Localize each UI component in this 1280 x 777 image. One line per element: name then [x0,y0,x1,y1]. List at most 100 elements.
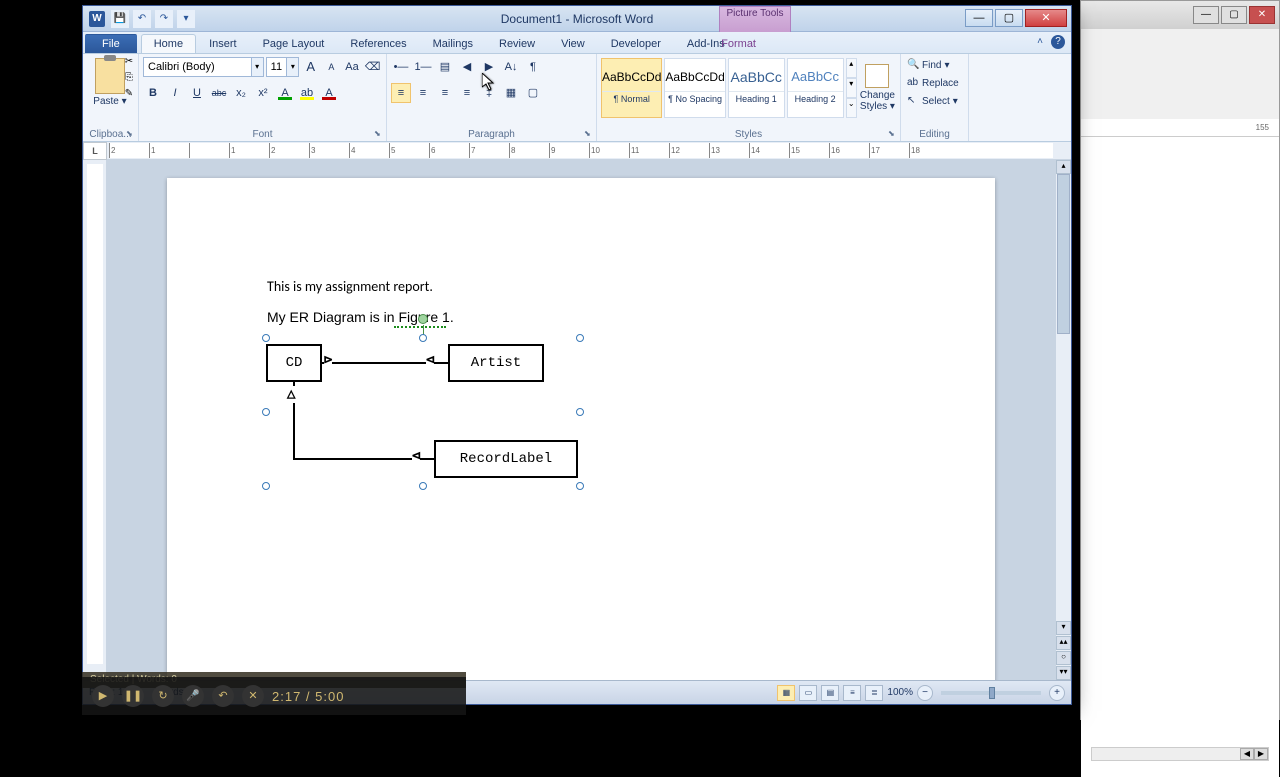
video-refresh-button[interactable]: ↻ [152,685,174,707]
align-center-button[interactable]: ≡ [413,83,433,103]
redo-button[interactable]: ↷ [155,10,173,28]
zoom-level-label[interactable]: 100% [887,687,913,698]
styles-launcher[interactable]: ⬊ [888,129,898,139]
style-heading2[interactable]: AaBbCc Heading 2 [787,58,844,118]
style-heading1[interactable]: AaBbCc Heading 1 [728,58,785,118]
resize-handle-se[interactable] [576,482,584,490]
bg-minimize-button[interactable]: — [1193,6,1219,24]
paragraph-launcher[interactable]: ⬊ [584,129,594,139]
grow-font-button[interactable]: A [301,57,320,77]
scroll-thumb[interactable] [1057,174,1070,334]
document-page[interactable]: This is my assignment report. My ER Diag… [167,178,995,680]
font-launcher[interactable]: ⬊ [374,129,384,139]
numbering-button[interactable]: 1— [413,57,433,77]
resize-handle-n[interactable] [419,334,427,342]
increase-indent-button[interactable]: ▶ [479,57,499,77]
tab-mailings[interactable]: Mailings [420,34,486,53]
style-no-spacing[interactable]: AaBbCcDd ¶ No Spacing [664,58,725,118]
vertical-ruler[interactable] [83,160,107,680]
qat-customize-button[interactable]: ▾ [177,10,195,28]
strikethrough-button[interactable]: abc [209,83,229,103]
tab-developer[interactable]: Developer [598,34,674,53]
browse-object-button[interactable]: ○ [1056,651,1071,665]
copy-button[interactable]: ⎘ [122,72,136,86]
word-app-icon[interactable]: W [89,11,105,27]
select-button[interactable]: ↖Select ▾ [905,92,964,110]
er-diagram-picture[interactable]: CD Artist RecordLabel ⊳ ⊲ △ ⊲ [266,338,580,486]
picture-tools-context-tab[interactable]: Picture Tools [719,6,791,32]
rotate-handle[interactable] [418,314,428,324]
scroll-up-arrow[interactable]: ▴ [1056,160,1071,174]
replace-button[interactable]: abReplace [905,74,964,92]
paragraph-text[interactable]: This is my assignment report. [267,278,895,295]
clear-formatting-button[interactable]: ⌫ [363,57,382,77]
resize-handle-e[interactable] [576,408,584,416]
video-mic-button[interactable]: 🎤 [182,685,204,707]
ribbon-minimize-button[interactable]: ˄ [1033,35,1047,49]
tab-references[interactable]: References [337,34,419,53]
bg-maximize-button[interactable]: ▢ [1221,6,1247,24]
line-spacing-button[interactable]: ‡ [479,83,499,103]
tab-format[interactable]: Format [708,34,769,53]
document-viewport[interactable]: This is my assignment report. My ER Diag… [107,160,1055,680]
save-button[interactable]: 💾 [111,10,129,28]
zoom-slider-thumb[interactable] [989,687,995,699]
bg-close-button[interactable]: ✕ [1249,6,1275,24]
tab-home[interactable]: Home [141,34,196,53]
justify-button[interactable]: ≡ [457,83,477,103]
shrink-font-button[interactable]: A [322,57,341,77]
next-page-button[interactable]: ▾▾ [1056,666,1071,680]
align-left-button[interactable]: ≡ [391,83,411,103]
tab-file[interactable]: File [85,34,137,53]
sort-button[interactable]: A↓ [501,57,521,77]
styles-scroll[interactable]: ▴▾⌄ [846,58,857,118]
resize-handle-s[interactable] [419,482,427,490]
bg-scroll-right-arrow[interactable]: ▶ [1254,748,1268,760]
video-play-button[interactable]: ▶ [92,685,114,707]
draft-view-button[interactable]: ≣ [865,685,883,701]
show-marks-button[interactable]: ¶ [523,57,543,77]
undo-button[interactable]: ↶ [133,10,151,28]
subscript-button[interactable]: x₂ [231,83,251,103]
clipboard-launcher[interactable]: ⬊ [126,129,136,139]
scroll-down-arrow[interactable]: ▾ [1056,621,1071,635]
tab-selector[interactable]: L [83,142,107,160]
find-button[interactable]: 🔍Find ▾ [905,56,964,74]
text-effects-button[interactable]: A [275,83,295,103]
prev-page-button[interactable]: ▴▴ [1056,636,1071,650]
video-undo-button[interactable]: ↶ [212,685,234,707]
horizontal-ruler[interactable]: 21123456789101112131415161718 [109,143,1053,158]
video-pause-button[interactable]: ❚❚ [122,685,144,707]
tab-page-layout[interactable]: Page Layout [250,34,338,53]
align-right-button[interactable]: ≡ [435,83,455,103]
tab-insert[interactable]: Insert [196,34,250,53]
cut-button[interactable]: ✂ [122,56,136,70]
vertical-scrollbar[interactable]: ▴ ▾ ▴▴ ○ ▾▾ [1055,160,1071,680]
bg-scroll-left-arrow[interactable]: ◀ [1240,748,1254,760]
zoom-slider[interactable] [941,691,1041,695]
change-case-button[interactable]: Aa [343,57,362,77]
highlight-button[interactable]: ab [297,83,317,103]
font-color-button[interactable]: A [319,83,339,103]
print-layout-view-button[interactable]: ▦ [777,685,795,701]
bullets-button[interactable]: •— [391,57,411,77]
resize-handle-ne[interactable] [576,334,584,342]
close-button[interactable]: ✕ [1025,9,1067,27]
bg-horizontal-scrollbar[interactable]: ▶ ◀ [1091,747,1269,761]
tab-review[interactable]: Review [486,34,548,53]
full-screen-view-button[interactable]: ▭ [799,685,817,701]
decrease-indent-button[interactable]: ◀ [457,57,477,77]
bold-button[interactable]: B [143,83,163,103]
change-styles-button[interactable]: Change Styles ▾ [859,58,896,118]
help-button[interactable]: ? [1051,35,1065,49]
zoom-out-button[interactable]: − [917,685,933,701]
maximize-button[interactable]: ▢ [995,9,1023,27]
underline-button[interactable]: U [187,83,207,103]
shading-button[interactable]: ▦ [501,83,521,103]
minimize-button[interactable]: — [965,9,993,27]
font-name-combobox[interactable]: Calibri (Body)▾ [143,57,264,77]
italic-button[interactable]: I [165,83,185,103]
style-normal[interactable]: AaBbCcDd ¶ Normal [601,58,662,118]
borders-button[interactable]: ▢ [523,83,543,103]
resize-handle-sw[interactable] [262,482,270,490]
